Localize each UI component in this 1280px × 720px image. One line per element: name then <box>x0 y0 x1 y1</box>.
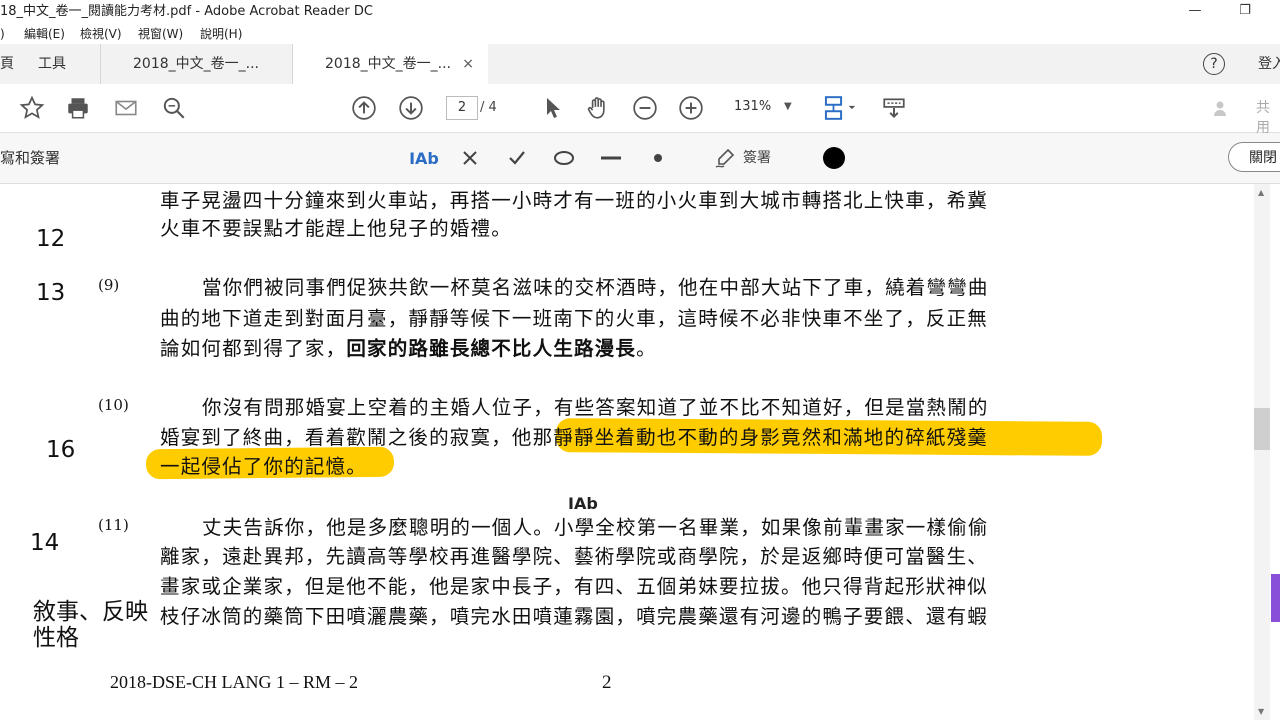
paragraph-9-line-3c: 。 <box>636 337 657 360</box>
paragraph-11-line-4: 枝仔冰筒的藥筒下田噴灑農藥，噴完水田噴蓮霧園，噴完農藥還有河邊的鴨子要餵、還有蝦 <box>160 605 989 628</box>
share-label[interactable]: 共用 <box>1256 98 1280 138</box>
fill-sign-label: 寫和簽署 <box>0 149 61 167</box>
window-title: 18_中文_卷一_閱讀能力考材.pdf - Adobe Acrobat Read… <box>0 4 373 19</box>
search-icon[interactable] <box>160 94 188 122</box>
annotation-16: 16 <box>46 437 76 463</box>
email-icon[interactable] <box>112 94 140 122</box>
annotation-13: 13 <box>36 280 66 306</box>
paragraph-9-line-2: 曲的地下道走到對面月臺，靜靜等候下一班南下的火車，這時候不必非快車不坐了，反正無 <box>160 307 989 330</box>
zoom-out-icon[interactable] <box>631 94 659 122</box>
zoom-select[interactable]: 131% ▼ <box>726 96 798 118</box>
annotation-note-2: 性格 <box>33 625 79 651</box>
title-bar: 18_中文_卷一_閱讀能力考材.pdf - Adobe Acrobat Read… <box>0 0 1280 24</box>
tab-document-2-label: 2018_中文_卷一_... <box>325 56 451 72</box>
paragraph-10-highlighted-text: 他那靜靜坐着動也不動的身影竟然和滿地的碎紙殘羹 <box>511 426 989 449</box>
paragraph-9-line-3a: 論如何都到得了家， <box>160 337 347 360</box>
page-number-input[interactable]: 2 <box>446 96 478 120</box>
sign-pen-icon[interactable] <box>712 145 740 171</box>
tab-document-1[interactable]: 2018_中文_卷一_... <box>100 44 292 84</box>
tab-tools[interactable]: 工具 <box>38 44 66 84</box>
tab-bar: 頁 工具 2018_中文_卷一_... 2018_中文_卷一_... × ? 登… <box>0 44 1280 85</box>
menu-view[interactable]: 檢視(V) <box>80 24 122 44</box>
menu-bar: ) 編輯(E) 檢視(V) 視窗(W) 說明(H) <box>0 24 1280 44</box>
paragraph-number-11: (11) <box>98 516 129 534</box>
tab-document-1-label: 2018_中文_卷一_... <box>133 56 259 72</box>
scroll-mode-icon[interactable] <box>880 94 908 122</box>
paragraph-10-line-2a: 婚宴到了終曲，看着歡鬧之後的寂寞， <box>160 426 512 449</box>
annotation-12: 12 <box>36 226 66 252</box>
zoom-value: 131% <box>734 99 772 114</box>
zoom-in-icon[interactable] <box>677 94 705 122</box>
paragraph-9-line-3: 論如何都到得了家，回家的路雖長總不比人生路漫長。 <box>160 334 657 363</box>
vertical-scrollbar[interactable]: ▲ ▼ <box>1254 184 1270 720</box>
page-total: / 4 <box>480 100 497 115</box>
next-page-icon[interactable] <box>397 94 425 122</box>
paragraph-10-line-1: 你沒有問那婚宴上空着的主婚人位子，有些答案知道了並不比不知道好，但是當熱鬧的 <box>202 396 989 419</box>
paragraph-9-line-1: 當你們被同事們促狹共飲一杯莫名滋味的交杯酒時，他在中部大站下了車，繞着彎彎曲 <box>202 276 989 299</box>
chevron-down-icon: ▼ <box>784 101 792 112</box>
main-toolbar: 共用 <box>0 84 1280 136</box>
page-layout-icon[interactable] <box>820 94 860 122</box>
paragraph-number-10: (10) <box>98 396 129 414</box>
sign-label[interactable]: 簽署 <box>743 133 771 183</box>
menu-file[interactable]: ) <box>0 24 5 44</box>
paragraph-11-line-3: 畫家或企業家，但是他不能，他是家中長子，有四、五個弟妹要拉拔。他只得背起形狀神似 <box>160 575 989 598</box>
scrollbar-thumb[interactable] <box>1254 408 1270 450</box>
tab-home[interactable]: 頁 <box>0 44 14 84</box>
paragraph-10-line-3: 一起侵佔了你的記憶。 <box>160 455 368 478</box>
bookmark-star-icon[interactable] <box>18 94 46 122</box>
help-icon[interactable]: ? <box>1203 53 1225 75</box>
menu-help[interactable]: 說明(H) <box>200 24 242 44</box>
dot-tool-icon[interactable] <box>646 145 670 171</box>
annotation-14: 14 <box>30 530 60 556</box>
minimize-button[interactable]: — <box>1172 0 1218 24</box>
paragraph-11-line-2: 離家，遠赴異邦，先讀高等學校再進醫學院、藝術學院或商學院，於是返鄉時便可當醫生、 <box>160 545 989 568</box>
line-tool-icon[interactable] <box>597 145 625 171</box>
paragraph-11-line-1: 丈夫告訴你，他是多麼聰明的一個人。小學全校第一名畢業，如果像前輩畫家一樣偷偷 <box>202 516 989 539</box>
paragraph-10-line-2: 婚宴到了終曲，看着歡鬧之後的寂寞，他那靜靜坐着動也不動的身影竟然和滿地的碎紙殘羹 <box>160 423 988 452</box>
select-cursor-icon[interactable] <box>538 94 566 122</box>
print-icon[interactable] <box>64 94 92 122</box>
close-fill-sign-button[interactable]: 關閉 <box>1228 142 1280 172</box>
check-mark-icon[interactable] <box>505 145 529 171</box>
fill-sign-toolbar: 寫和簽署 IAb 簽署 <box>0 133 1280 184</box>
scroll-down-icon[interactable]: ▼ <box>1258 707 1264 716</box>
previous-page-icon[interactable] <box>350 94 378 122</box>
document-view[interactable]: 車子晃盪四十分鐘來到火車站，再搭一小時才有一班的小火車到大城市轉搭北上快車，希冀… <box>0 184 1254 720</box>
sign-in-link[interactable]: 登入 <box>1258 44 1280 84</box>
cross-mark-icon[interactable] <box>458 145 482 171</box>
tab-document-2[interactable]: 2018_中文_卷一_... × <box>292 44 488 85</box>
circle-tool-icon[interactable] <box>550 145 578 171</box>
scroll-up-icon[interactable]: ▲ <box>1258 188 1264 197</box>
text-cursor-indicator: IAb <box>568 494 598 513</box>
paragraph-number-9: (9) <box>98 276 120 294</box>
restore-button[interactable]: ❐ <box>1222 0 1268 24</box>
paragraph-8-line-2: 火車不要誤點才能趕上他兒子的婚禮。 <box>160 217 512 240</box>
tab-close-icon[interactable]: × <box>462 44 474 84</box>
page-number: 2 <box>602 672 612 693</box>
add-text-tool[interactable]: IAb <box>408 145 440 171</box>
share-icon[interactable] <box>1212 94 1232 122</box>
page-footer: 2018-DSE-CH LANG 1 – RM – 2 <box>110 672 359 692</box>
color-picker-icon[interactable] <box>820 145 848 171</box>
paragraph-9-bold-text: 回家的路雖長總不比人生路漫長 <box>346 337 637 360</box>
menu-window[interactable]: 視窗(W) <box>138 24 183 44</box>
paragraph-8-line-1: 車子晃盪四十分鐘來到火車站，再搭一小時才有一班的小火車到大城市轉搭北上快車，希冀 <box>160 189 989 212</box>
side-panel-toggle[interactable] <box>1271 574 1280 622</box>
hand-tool-icon[interactable] <box>584 94 612 122</box>
menu-edit[interactable]: 編輯(E) <box>24 24 65 44</box>
